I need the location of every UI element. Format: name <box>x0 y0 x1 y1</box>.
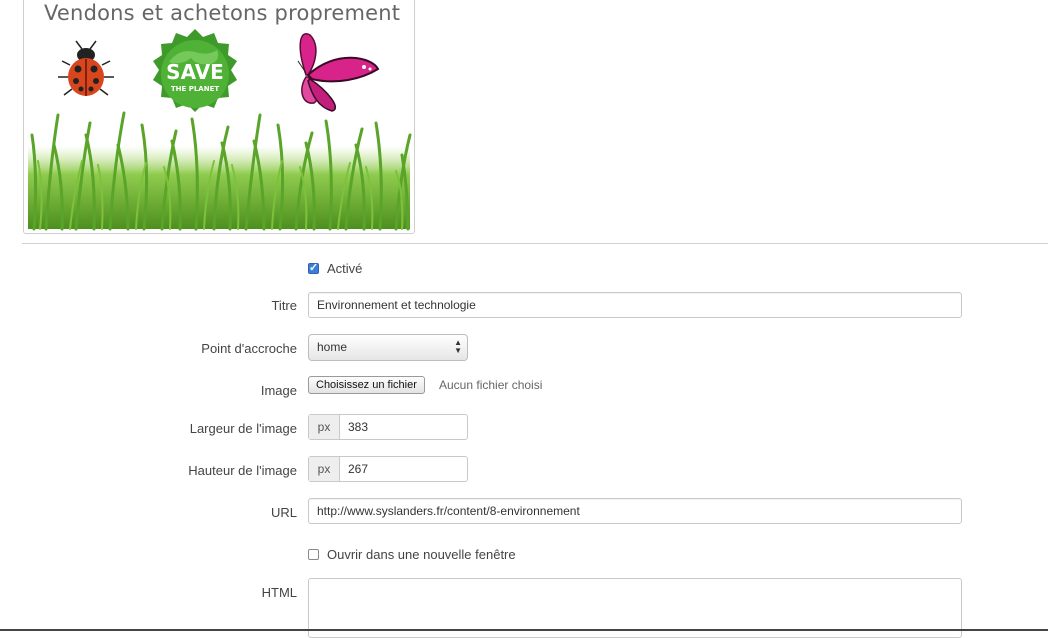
ladybug-icon <box>58 40 114 96</box>
new-window-row[interactable]: Ouvrir dans une nouvelle fenêtre <box>308 547 516 562</box>
hook-label: Point d'accroche <box>201 341 297 356</box>
section-divider <box>22 243 1048 244</box>
active-label: Activé <box>327 261 363 276</box>
url-label: URL <box>270 505 297 520</box>
height-label: Hauteur de l'image <box>188 463 297 478</box>
width-input[interactable]: 383 <box>340 415 467 439</box>
url-input[interactable]: http://www.syslanders.fr/content/8-envir… <box>308 498 962 524</box>
title-input[interactable]: Environnement et technologie <box>308 292 962 318</box>
image-preview: SAVE THE PLANET Vendons et achetons prop… <box>23 0 415 234</box>
active-checkbox[interactable] <box>308 261 319 274</box>
banner-illustration: SAVE THE PLANET <box>28 29 412 231</box>
height-unit: px <box>309 457 340 481</box>
hook-select[interactable]: home ▲ ▼ <box>308 334 468 361</box>
height-input[interactable]: 267 <box>340 457 467 481</box>
choose-file-button[interactable]: Choisissez un fichier <box>308 376 425 394</box>
active-row[interactable]: Activé <box>308 261 362 276</box>
height-field[interactable]: px 267 <box>308 456 468 482</box>
banner-title: Vendons et achetons proprement <box>44 1 401 25</box>
new-window-label: Ouvrir dans une nouvelle fenêtre <box>327 547 516 562</box>
width-label: Largeur de l'image <box>189 421 297 436</box>
butterfly-icon <box>297 33 380 112</box>
file-status: Aucun fichier choisi <box>439 378 543 392</box>
width-unit: px <box>309 415 340 439</box>
svg-text:THE PLANET: THE PLANET <box>171 85 220 93</box>
title-label: Titre <box>271 298 297 313</box>
svg-text:SAVE: SAVE <box>166 60 224 84</box>
image-label: Image <box>260 383 297 398</box>
hook-select-value: home <box>317 340 348 354</box>
select-arrows-icon: ▲ ▼ <box>454 338 462 355</box>
width-field[interactable]: px 383 <box>308 414 468 440</box>
new-window-checkbox[interactable] <box>308 549 319 560</box>
save-the-planet-badge: SAVE THE PLANET <box>153 29 237 112</box>
html-label: HTML <box>261 585 297 600</box>
